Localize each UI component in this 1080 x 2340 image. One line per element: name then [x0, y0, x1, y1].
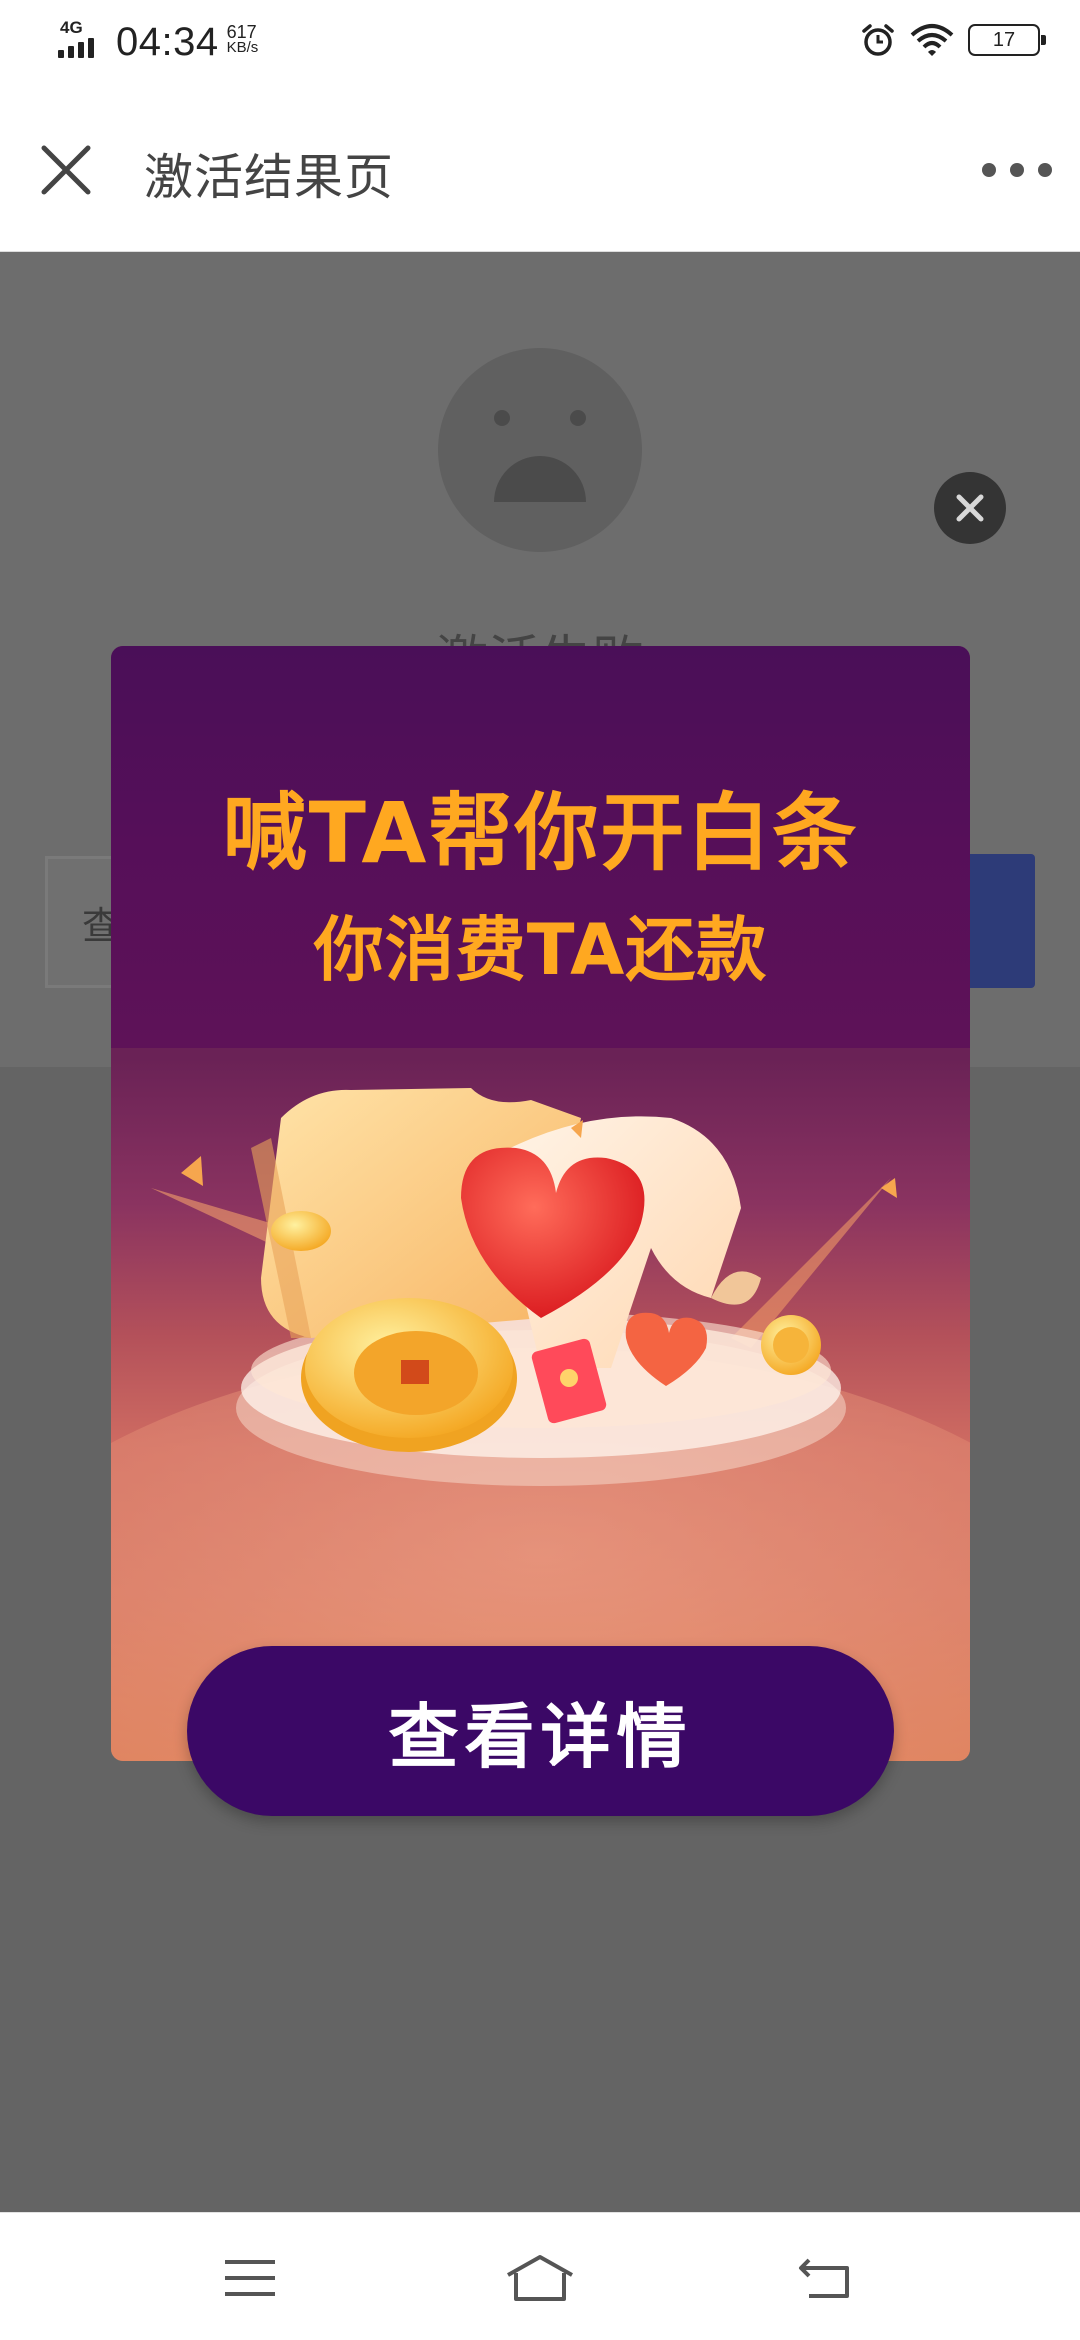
more-dot-icon — [982, 163, 996, 177]
speed-unit: KB/s — [226, 39, 259, 56]
wifi-icon — [910, 24, 954, 56]
ad-subline: 你消费TA还款 — [313, 909, 768, 991]
sad-face-icon — [438, 348, 642, 552]
status-bar: 4G 04:34 617 KB/s 17 — [0, 0, 1080, 86]
speed-value: 617 — [226, 22, 257, 42]
menu-icon — [225, 2260, 275, 2296]
more-options-button[interactable] — [982, 150, 1052, 190]
signal-icon: 4G — [58, 18, 106, 58]
nav-menu-button[interactable] — [205, 2243, 295, 2313]
ad-header: 喊TA帮你开白条 你消费TA还款 — [111, 646, 970, 1048]
status-left: 4G 04:34 617 KB/s — [58, 18, 258, 65]
more-dot-icon — [1010, 163, 1024, 177]
status-time: 04:34 — [116, 20, 219, 64]
network-type: 4G — [60, 18, 83, 37]
nav-home-button[interactable] — [495, 2243, 585, 2313]
more-dot-icon — [1038, 163, 1052, 177]
close-button[interactable] — [36, 140, 96, 200]
view-details-label: 查看详情 — [388, 1695, 693, 1778]
close-icon — [956, 494, 984, 522]
nav-back-button[interactable] — [780, 2243, 870, 2313]
screen: 4G 04:34 617 KB/s 17 激活结果页 查 喊TA帮你开白条 你消… — [0, 0, 1080, 2340]
status-right: 17 — [860, 22, 1046, 58]
view-details-button[interactable]: 查看详情 — [187, 1646, 894, 1816]
ad-headline: 喊TA帮你开白条 — [222, 784, 859, 882]
home-icon — [507, 2255, 573, 2301]
ad-close-button[interactable] — [934, 472, 1006, 544]
network-speed: 617 KB/s — [226, 22, 259, 56]
battery-level: 17 — [992, 28, 1016, 51]
alarm-icon — [862, 24, 894, 56]
back-icon — [799, 2258, 849, 2298]
close-icon — [41, 145, 91, 195]
battery-icon: 17 — [968, 24, 1046, 56]
page-title: 激活结果页 — [144, 149, 395, 206]
app-header: 激活结果页 — [0, 86, 1080, 252]
ad-popup[interactable]: 喊TA帮你开白条 你消费TA还款 — [111, 646, 970, 1761]
system-nav-bar — [0, 2212, 1080, 2340]
